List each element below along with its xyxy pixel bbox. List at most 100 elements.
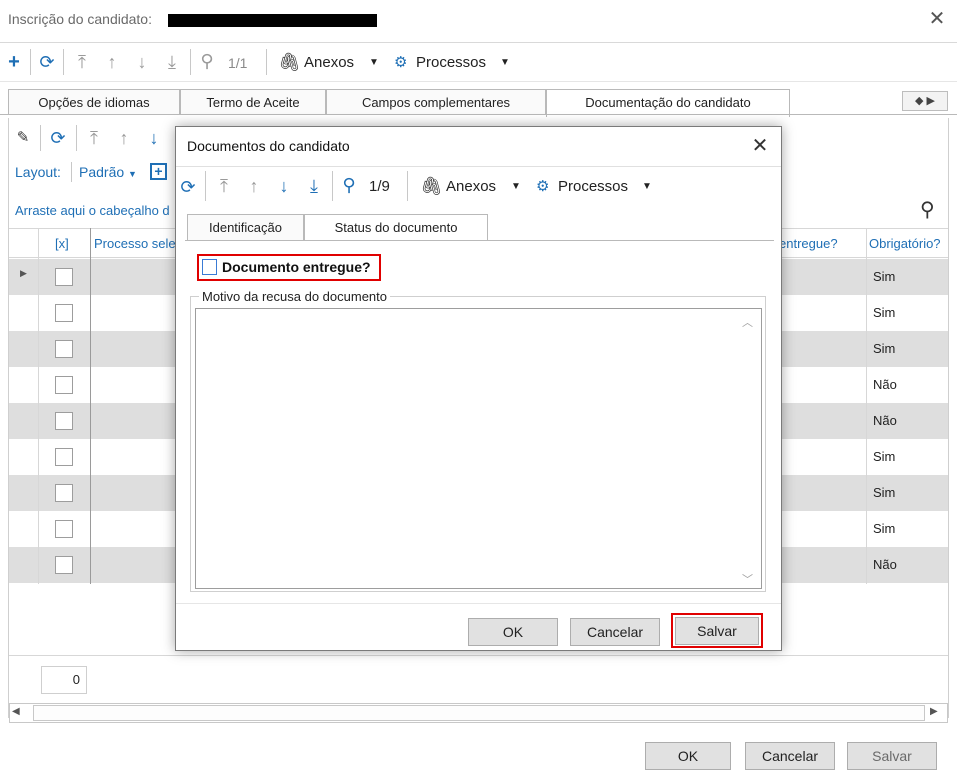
layout-label: Layout: bbox=[15, 164, 61, 180]
first-record-icon[interactable]: ⤒ bbox=[72, 51, 92, 73]
next-record-icon[interactable]: ↓ bbox=[274, 175, 294, 197]
toolbar-separator bbox=[332, 171, 333, 201]
tab-language-options[interactable]: Opções de idiomas bbox=[8, 89, 180, 115]
last-record-icon[interactable]: ⤓ bbox=[162, 51, 182, 73]
row-checkbox[interactable] bbox=[55, 556, 73, 574]
close-icon[interactable]: ✕ bbox=[926, 8, 948, 30]
save-button[interactable]: Salvar bbox=[847, 742, 937, 770]
row-required-value: Sim bbox=[873, 485, 896, 500]
row-required-value: Sim bbox=[873, 341, 896, 356]
tabs-divider bbox=[0, 114, 957, 115]
chevron-down-icon: ▼ bbox=[128, 169, 137, 179]
gear-icon: ⚙ bbox=[394, 54, 408, 71]
chevron-down-icon[interactable]: ▼ bbox=[500, 52, 510, 74]
dialog-ok-button[interactable]: OK bbox=[468, 618, 558, 646]
previous-record-icon[interactable]: ↑ bbox=[114, 127, 134, 149]
tab-complementary-fields[interactable]: Campos complementares bbox=[326, 89, 546, 115]
grid-footer-divider bbox=[9, 655, 948, 656]
tab-scroll-arrows[interactable]: ◆ ▶ bbox=[902, 91, 948, 111]
paperclip-icon: 🖇 bbox=[420, 176, 443, 196]
layout-selector[interactable]: Padrão ▼ bbox=[79, 164, 137, 180]
paperclip-icon: 🖇 bbox=[278, 52, 301, 72]
scroll-right-icon[interactable]: ▶ bbox=[930, 706, 938, 717]
row-checkbox[interactable] bbox=[55, 376, 73, 394]
record-counter: 1/1 bbox=[228, 55, 248, 71]
refusal-reason-textarea[interactable] bbox=[195, 308, 762, 589]
row-required-value: Não bbox=[873, 557, 897, 572]
previous-record-icon[interactable]: ↑ bbox=[244, 175, 264, 197]
edit-icon[interactable]: ✎ bbox=[14, 127, 32, 149]
row-required-value: Sim bbox=[873, 449, 896, 464]
row-required-value: Não bbox=[873, 377, 897, 392]
cancel-button[interactable]: Cancelar bbox=[745, 742, 835, 770]
group-by-hint: Arraste aqui o cabeçalho d bbox=[15, 203, 170, 218]
row-checkbox[interactable] bbox=[55, 340, 73, 358]
toolbar-separator bbox=[205, 171, 206, 201]
chevron-down-icon[interactable]: ▼ bbox=[369, 52, 379, 74]
row-checkbox[interactable] bbox=[55, 448, 73, 466]
row-required-value: Sim bbox=[873, 305, 896, 320]
dialog-cancel-button[interactable]: Cancelar bbox=[570, 618, 660, 646]
document-delivered-label: Documento entregue? bbox=[222, 259, 371, 275]
search-icon[interactable]: ⚲ bbox=[338, 174, 360, 196]
refresh-icon[interactable]: ⟳ bbox=[48, 127, 68, 149]
redacted-candidate-name bbox=[168, 14, 377, 27]
row-checkbox[interactable] bbox=[55, 304, 73, 322]
refresh-icon[interactable]: ⟳ bbox=[178, 176, 198, 198]
tab-document-status[interactable]: Status do documento bbox=[304, 214, 488, 241]
search-icon[interactable]: ⚲ bbox=[196, 50, 218, 72]
toolbar-separator bbox=[266, 49, 267, 75]
chevron-down-icon[interactable]: ▼ bbox=[511, 176, 521, 198]
window-title: Inscrição do candidato: bbox=[8, 11, 152, 27]
plus-icon[interactable]: + bbox=[4, 51, 24, 73]
dialog-tabs-divider bbox=[185, 240, 774, 241]
layout-value: Padrão bbox=[79, 164, 125, 180]
ok-button[interactable]: OK bbox=[645, 742, 731, 770]
grid-footer-count: 0 bbox=[41, 666, 87, 694]
previous-record-icon[interactable]: ↑ bbox=[102, 51, 122, 73]
close-icon[interactable]: ✕ bbox=[748, 134, 772, 158]
row-checkbox[interactable] bbox=[55, 484, 73, 502]
chevron-down-icon[interactable]: ▼ bbox=[642, 176, 652, 198]
column-delivered[interactable]: entregue? bbox=[779, 236, 838, 251]
scroll-up-icon[interactable]: ︿ bbox=[742, 314, 753, 330]
main-toolbar: + ⟳ ⤒ ↑ ↓ ⤓ ⚲ 1/1 🖇 Anexos ▼ ⚙ Processos… bbox=[0, 42, 957, 82]
toolbar-separator bbox=[407, 171, 408, 201]
dialog-title: Documentos do candidato bbox=[187, 138, 350, 154]
column-select[interactable]: [x] bbox=[55, 236, 69, 251]
current-row-indicator-icon: ▶ bbox=[20, 268, 27, 278]
next-record-icon[interactable]: ↓ bbox=[132, 51, 152, 73]
scroll-left-icon[interactable]: ◀ bbox=[12, 706, 20, 717]
first-record-icon[interactable]: ⤒ bbox=[84, 127, 104, 149]
row-checkbox[interactable] bbox=[55, 412, 73, 430]
processes-menu[interactable]: Processos bbox=[558, 176, 628, 198]
highlight-box bbox=[671, 613, 763, 648]
scroll-down-icon[interactable]: ﹀ bbox=[742, 571, 753, 587]
row-required-value: Sim bbox=[873, 269, 896, 284]
document-delivered-checkbox[interactable] bbox=[202, 259, 217, 275]
row-checkbox[interactable] bbox=[55, 520, 73, 538]
column-required[interactable]: Obrigatório? bbox=[869, 236, 941, 251]
tab-acceptance-term[interactable]: Termo de Aceite bbox=[180, 89, 326, 115]
attachments-menu[interactable]: Anexos bbox=[304, 52, 354, 74]
dialog-title-divider bbox=[176, 166, 781, 167]
column-process[interactable]: Processo sele bbox=[94, 236, 176, 251]
first-record-icon[interactable]: ⤒ bbox=[214, 175, 234, 197]
tab-identification[interactable]: Identificação bbox=[187, 214, 304, 240]
refusal-reason-label: Motivo da recusa do documento bbox=[199, 289, 390, 304]
scrollbar-thumb[interactable] bbox=[33, 705, 925, 721]
tab-candidate-documentation[interactable]: Documentação do candidato bbox=[546, 89, 790, 117]
processes-menu[interactable]: Processos bbox=[416, 52, 486, 74]
toolbar-separator bbox=[40, 125, 41, 151]
column-divider bbox=[866, 228, 867, 584]
last-record-icon[interactable]: ⤓ bbox=[304, 175, 324, 197]
next-record-icon[interactable]: ↓ bbox=[144, 127, 164, 149]
gear-icon: ⚙ bbox=[536, 178, 550, 195]
refresh-icon[interactable]: ⟳ bbox=[37, 51, 57, 73]
attachments-menu[interactable]: Anexos bbox=[446, 176, 496, 198]
row-checkbox[interactable] bbox=[55, 268, 73, 286]
search-icon[interactable]: ⚲ bbox=[920, 197, 935, 222]
toolbar-separator bbox=[30, 49, 31, 75]
add-layout-icon[interactable]: + bbox=[150, 163, 167, 180]
row-required-value: Sim bbox=[873, 521, 896, 536]
